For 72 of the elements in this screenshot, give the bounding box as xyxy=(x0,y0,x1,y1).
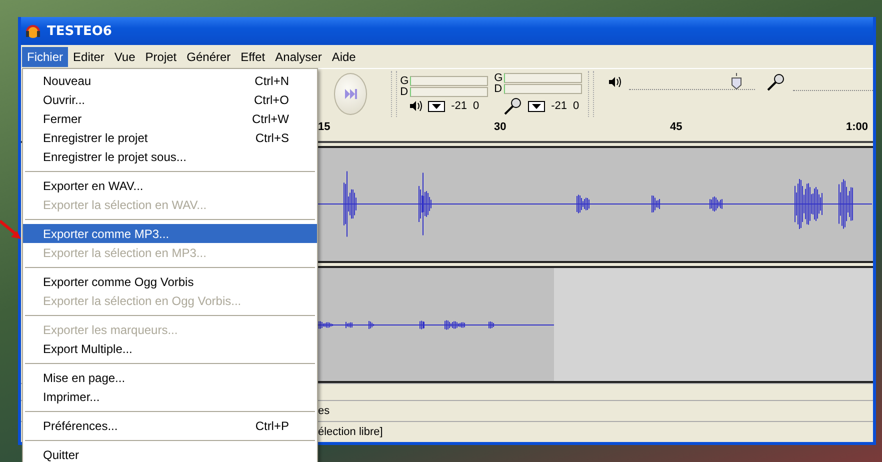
menu-bar-item[interactable]: Fichier xyxy=(22,46,68,66)
channel-label: D xyxy=(400,87,410,97)
meter-scale-label: 0 xyxy=(473,100,480,112)
status-text: es xyxy=(318,405,330,417)
menu-item-label: Exporter la sélection en MP3... xyxy=(43,246,206,260)
shortcut-label: Ctrl+W xyxy=(252,112,289,126)
menu-item-label: Exporter la sélection en WAV... xyxy=(43,198,207,212)
shortcut-label: Ctrl+O xyxy=(254,92,289,106)
ruler-label: 1:00 xyxy=(846,121,868,133)
caret-icon xyxy=(532,104,542,108)
menu-item-label: Quitter xyxy=(43,448,80,462)
channel-label: D xyxy=(494,84,504,94)
menu-bar-item[interactable]: Vue xyxy=(109,46,140,66)
meter-scale-label: -21 xyxy=(551,100,568,112)
menu-item[interactable]: Exporter en WAV... xyxy=(23,176,317,195)
menu-item-label: Export Multiple... xyxy=(43,342,132,356)
dropdown-button[interactable] xyxy=(428,100,446,112)
menu-item-label: Exporter les marqueurs... xyxy=(43,322,178,336)
menu-item-label: Exporter la sélection en Ogg Vorbis... xyxy=(43,294,242,308)
menu-bar-item[interactable]: Aide xyxy=(326,46,361,66)
slider-thumb[interactable] xyxy=(731,73,742,90)
menu-item[interactable]: Export Multiple... xyxy=(23,339,317,358)
menu-item[interactable]: Mise en page... xyxy=(23,368,317,387)
menu-item-label: Exporter comme MP3... xyxy=(43,226,170,240)
menu-item-label: Imprimer... xyxy=(43,390,100,404)
audio-clip[interactable] xyxy=(317,268,554,381)
ruler-label: 45 xyxy=(670,121,682,133)
menu-item-label: Préférences... xyxy=(43,418,118,432)
menu-bar-item[interactable]: Effet xyxy=(236,46,270,66)
menu-item[interactable]: Exporter comme Ogg Vorbis xyxy=(23,272,317,291)
caret-icon xyxy=(432,104,442,108)
menu-item-label: Enregistrer le projet sous... xyxy=(43,150,186,164)
app-logo-icon xyxy=(25,23,41,39)
menu-item-label: Ouvrir... xyxy=(43,92,86,106)
ruler-label: 15 xyxy=(318,121,330,133)
menu-item-label: Mise en page... xyxy=(43,370,126,384)
meter-scale-label: 0 xyxy=(573,100,580,112)
menu-item-label: Enregistrer le projet xyxy=(43,130,148,144)
menu-item[interactable]: Enregistrer le projet sous... xyxy=(23,147,317,166)
meter-scale-label: -21 xyxy=(451,100,468,112)
pointer-arrow xyxy=(0,218,22,240)
shortcut-label: Ctrl+P xyxy=(255,418,289,432)
menu-bar-item[interactable]: Editer xyxy=(68,46,110,66)
menu-item[interactable]: Quitter xyxy=(23,445,317,462)
window-title: TESTEO6 xyxy=(47,24,112,38)
menu-bar-item[interactable]: Générer xyxy=(182,46,236,66)
speaker-icon xyxy=(609,76,622,86)
shortcut-label: Ctrl+S xyxy=(255,130,289,144)
menu-item-label: Exporter comme Ogg Vorbis xyxy=(43,274,194,288)
channel-label: G xyxy=(400,76,410,86)
menu-item-label: Nouveau xyxy=(43,74,92,88)
status-text: élection libre] xyxy=(318,426,383,438)
channel-label: G xyxy=(494,73,504,83)
shortcut-label: Ctrl+N xyxy=(254,74,289,88)
dropdown-button[interactable] xyxy=(528,100,546,112)
menu-item[interactable]: Fermer Ctrl+W xyxy=(23,109,317,128)
menu-item-label: Exporter en WAV... xyxy=(43,178,144,192)
skip-forward-button[interactable] xyxy=(334,73,368,115)
speaker-icon xyxy=(410,101,422,111)
volume-slider[interactable] xyxy=(629,73,756,90)
menu-bar-item[interactable]: Projet xyxy=(140,46,182,66)
menu-item[interactable]: Enregistrer le projet Ctrl+S xyxy=(23,128,317,147)
skip-forward-icon xyxy=(344,89,357,99)
menu-item[interactable]: Ouvrir... Ctrl+O xyxy=(23,90,317,109)
menu-item[interactable]: Imprimer... xyxy=(23,387,317,406)
audio-track[interactable] xyxy=(317,266,873,383)
menu-item-label: Fermer xyxy=(43,112,82,126)
menu-bar-item[interactable]: Analyser xyxy=(270,46,327,66)
menu-item[interactable]: Nouveau Ctrl+N xyxy=(23,71,317,90)
ruler-label: 30 xyxy=(494,121,506,133)
menu-item[interactable]: Exporter comme MP3... xyxy=(23,224,317,243)
menu-item[interactable]: Préférences... Ctrl+P xyxy=(23,416,317,435)
